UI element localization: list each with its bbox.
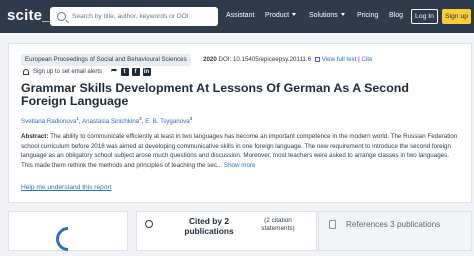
article-title: Grammar Skills Development At Lessons Of…: [21, 81, 409, 108]
bell-icon: [23, 69, 29, 75]
login-button[interactable]: Log In: [411, 9, 438, 24]
abstract-label: Abstract:: [21, 133, 49, 140]
references-label: References 3 publications: [346, 220, 441, 229]
journal-tag[interactable]: European Proceedings of Social and Behav…: [21, 54, 191, 66]
author-affiliation: 3: [189, 116, 193, 121]
doi-text[interactable]: DOI: 10.15405/epiceepsy.20111.6: [219, 56, 312, 63]
share-icon[interactable]: ⮫: [111, 68, 118, 76]
share-bar: ⮫ t f in: [111, 68, 151, 76]
show-more-link[interactable]: Show more: [224, 162, 256, 169]
nav-solutions-label: Solutions: [309, 12, 338, 19]
references-panel[interactable]: References 3 publications: [318, 211, 472, 251]
nav-assistant[interactable]: Assistant: [226, 12, 254, 19]
chevron-down-icon: [340, 13, 345, 16]
article-card: European Proceedings of Social and Behav…: [8, 43, 472, 203]
nav-solutions[interactable]: Solutions: [309, 12, 345, 19]
publication-year: 2020: [203, 56, 217, 63]
top-navbar: scite_ Assistant Product Solutions Prici…: [0, 0, 474, 33]
nav-pricing[interactable]: Pricing: [357, 12, 378, 19]
view-full-text-link[interactable]: View full text: [322, 56, 357, 63]
search-input[interactable]: [72, 13, 217, 20]
document-icon: [329, 220, 336, 229]
quote-bubble-icon: [145, 220, 153, 228]
nav-blog[interactable]: Blog: [389, 12, 403, 19]
cite-link[interactable]: Cite: [361, 56, 372, 63]
linkedin-icon[interactable]: in: [142, 68, 151, 76]
author-link[interactable]: Svetlana Radionova: [21, 118, 76, 125]
search-icon: [57, 12, 66, 21]
cited-by-count[interactable]: Cited by 2 publications: [177, 216, 241, 236]
facebook-icon[interactable]: f: [131, 68, 140, 76]
loading-spinner-icon: [51, 222, 85, 256]
nav-product[interactable]: Product: [265, 12, 297, 19]
citation-statements: (2 citation statements): [261, 217, 295, 232]
chevron-down-icon: [292, 13, 297, 16]
twitter-icon[interactable]: t: [120, 68, 129, 76]
alerts-label: Sign up to set email alerts: [33, 69, 103, 75]
citation-chart-panel: [8, 211, 128, 256]
article-meta: 2020 DOI: 10.15405/epiceepsy.20111.6 Vie…: [203, 56, 372, 63]
help-understand-link[interactable]: Help me understand this report: [21, 184, 112, 191]
author-link[interactable]: Anastasia Sinichkina: [82, 118, 139, 125]
search-bar[interactable]: [50, 7, 218, 26]
citation-stats-panel[interactable]: Cited by 2 publications (2 citation stat…: [136, 211, 317, 251]
external-link-icon: [314, 56, 320, 62]
author-link[interactable]: E. B. Tsyganova: [145, 118, 190, 125]
abstract: Abstract: The ability to communicate eff…: [21, 132, 461, 170]
nav-product-label: Product: [265, 12, 290, 19]
email-alerts[interactable]: Sign up to set email alerts: [23, 69, 102, 75]
scite-logo[interactable]: scite_: [7, 7, 51, 24]
signup-button[interactable]: Sign up: [442, 9, 471, 24]
author-list: Svetlana Radionova1, Anastasia Sinichkin…: [21, 116, 192, 125]
